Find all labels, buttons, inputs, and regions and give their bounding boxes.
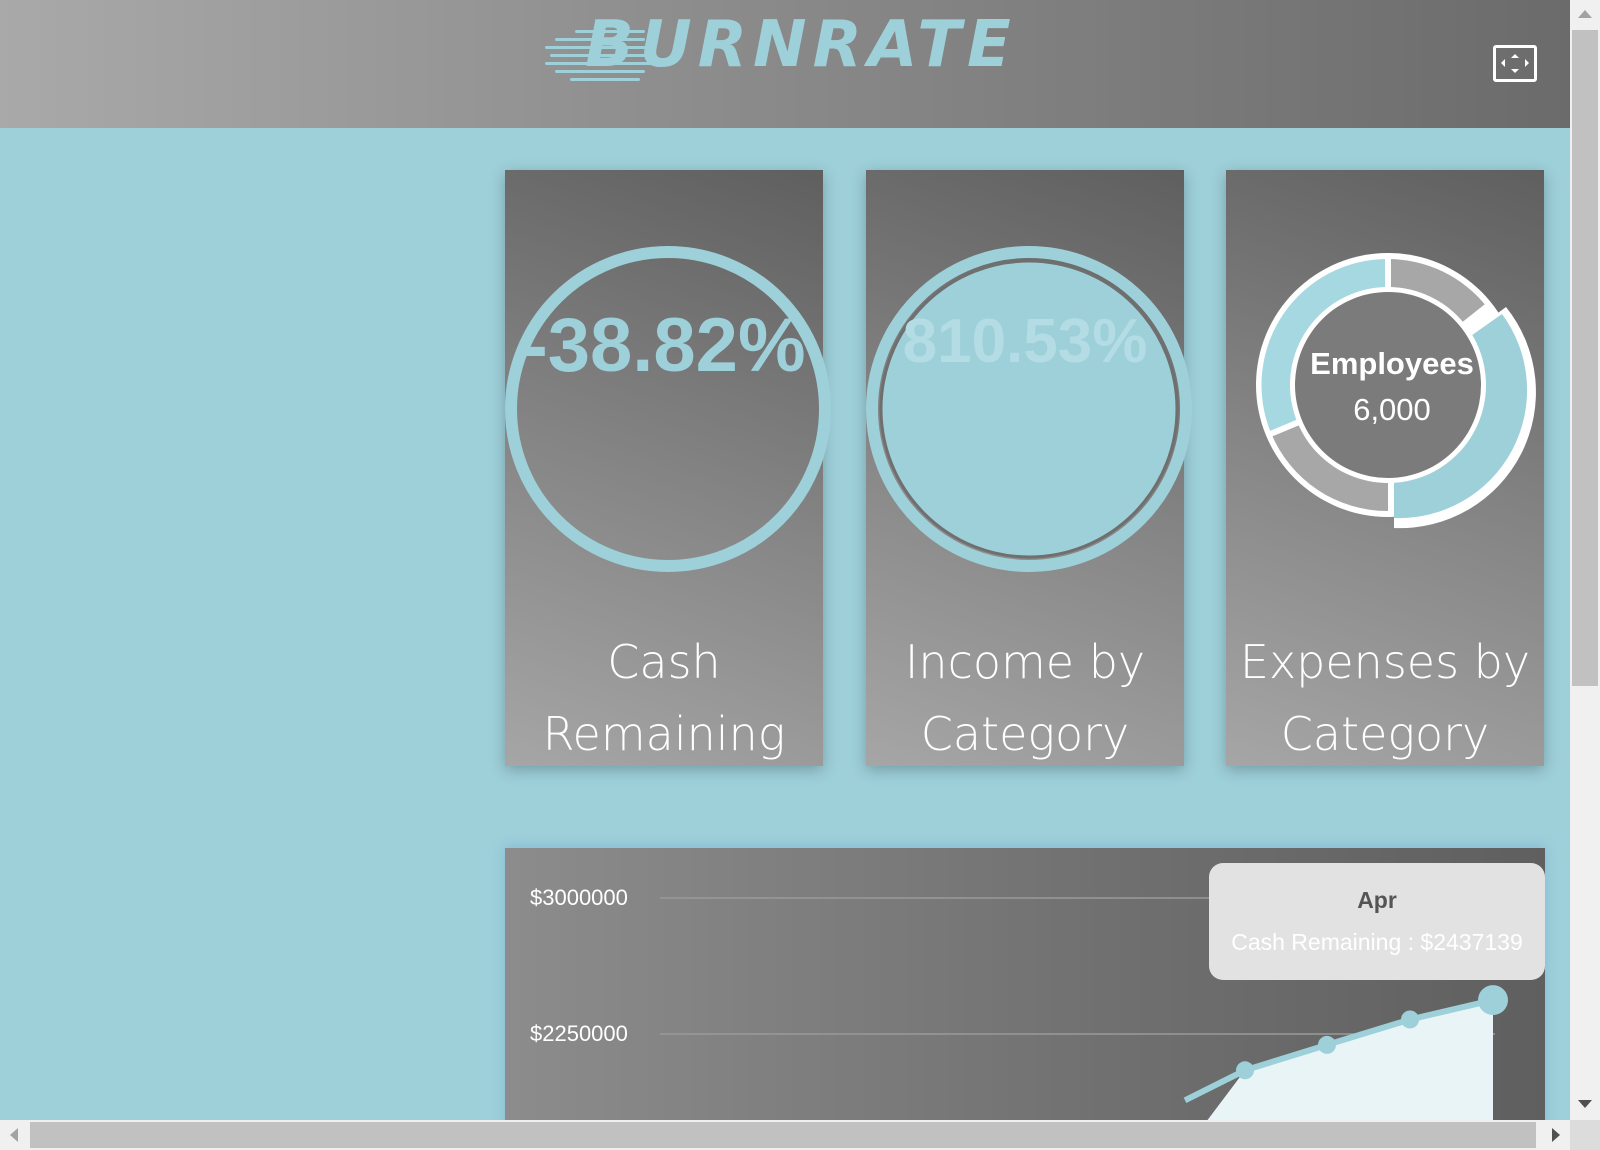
data-point[interactable] xyxy=(1318,1035,1336,1054)
scroll-down-icon[interactable] xyxy=(1578,1100,1592,1108)
y-tick-label: $3000000 xyxy=(530,885,628,910)
logo-text: BURNRATE xyxy=(585,8,1017,82)
vertical-scrollbar[interactable] xyxy=(1570,0,1600,1120)
cash-percent: -38.82% xyxy=(522,303,806,388)
data-point[interactable] xyxy=(1478,985,1508,1016)
expenses-card[interactable]: Employees 6,000 Expenses by Category xyxy=(1226,170,1544,766)
data-point[interactable] xyxy=(1236,1061,1254,1080)
cash-remaining-card[interactable]: -38.82% Cash Remaining xyxy=(505,170,831,766)
burnrate-logo[interactable]: BURNRATE xyxy=(545,8,1025,84)
chart-tooltip: Apr Cash Remaining : $2437139 xyxy=(1209,863,1545,980)
tooltip-value: Cash Remaining : $2437139 xyxy=(1231,929,1523,955)
data-point[interactable] xyxy=(1401,1010,1419,1029)
donut-center-value: 6,000 xyxy=(1353,392,1431,427)
scrollbar-corner xyxy=(1570,1120,1600,1150)
card-title: Expenses by Category xyxy=(1239,635,1531,761)
donut-center-title: Employees xyxy=(1310,346,1474,381)
y-tick-label: $2250000 xyxy=(530,1021,628,1046)
income-percent: 810.53% xyxy=(902,307,1148,376)
horizontal-scroll-thumb[interactable] xyxy=(30,1122,1536,1148)
tooltip-month: Apr xyxy=(1357,887,1397,913)
vertical-scroll-thumb[interactable] xyxy=(1572,30,1598,686)
fullscreen-icon[interactable] xyxy=(1493,45,1537,82)
card-title: Income by Category xyxy=(904,635,1146,761)
scroll-right-icon[interactable] xyxy=(1552,1128,1560,1142)
card-title: Cash Remaining xyxy=(542,635,786,761)
income-ring xyxy=(866,246,1192,572)
scroll-up-icon[interactable] xyxy=(1578,10,1592,18)
income-card[interactable]: 810.53% Income by Category xyxy=(866,170,1192,766)
scroll-left-icon[interactable] xyxy=(10,1128,18,1142)
cash-ring xyxy=(505,246,831,572)
horizontal-scrollbar[interactable] xyxy=(0,1120,1570,1150)
app-header: BURNRATE xyxy=(0,0,1570,128)
